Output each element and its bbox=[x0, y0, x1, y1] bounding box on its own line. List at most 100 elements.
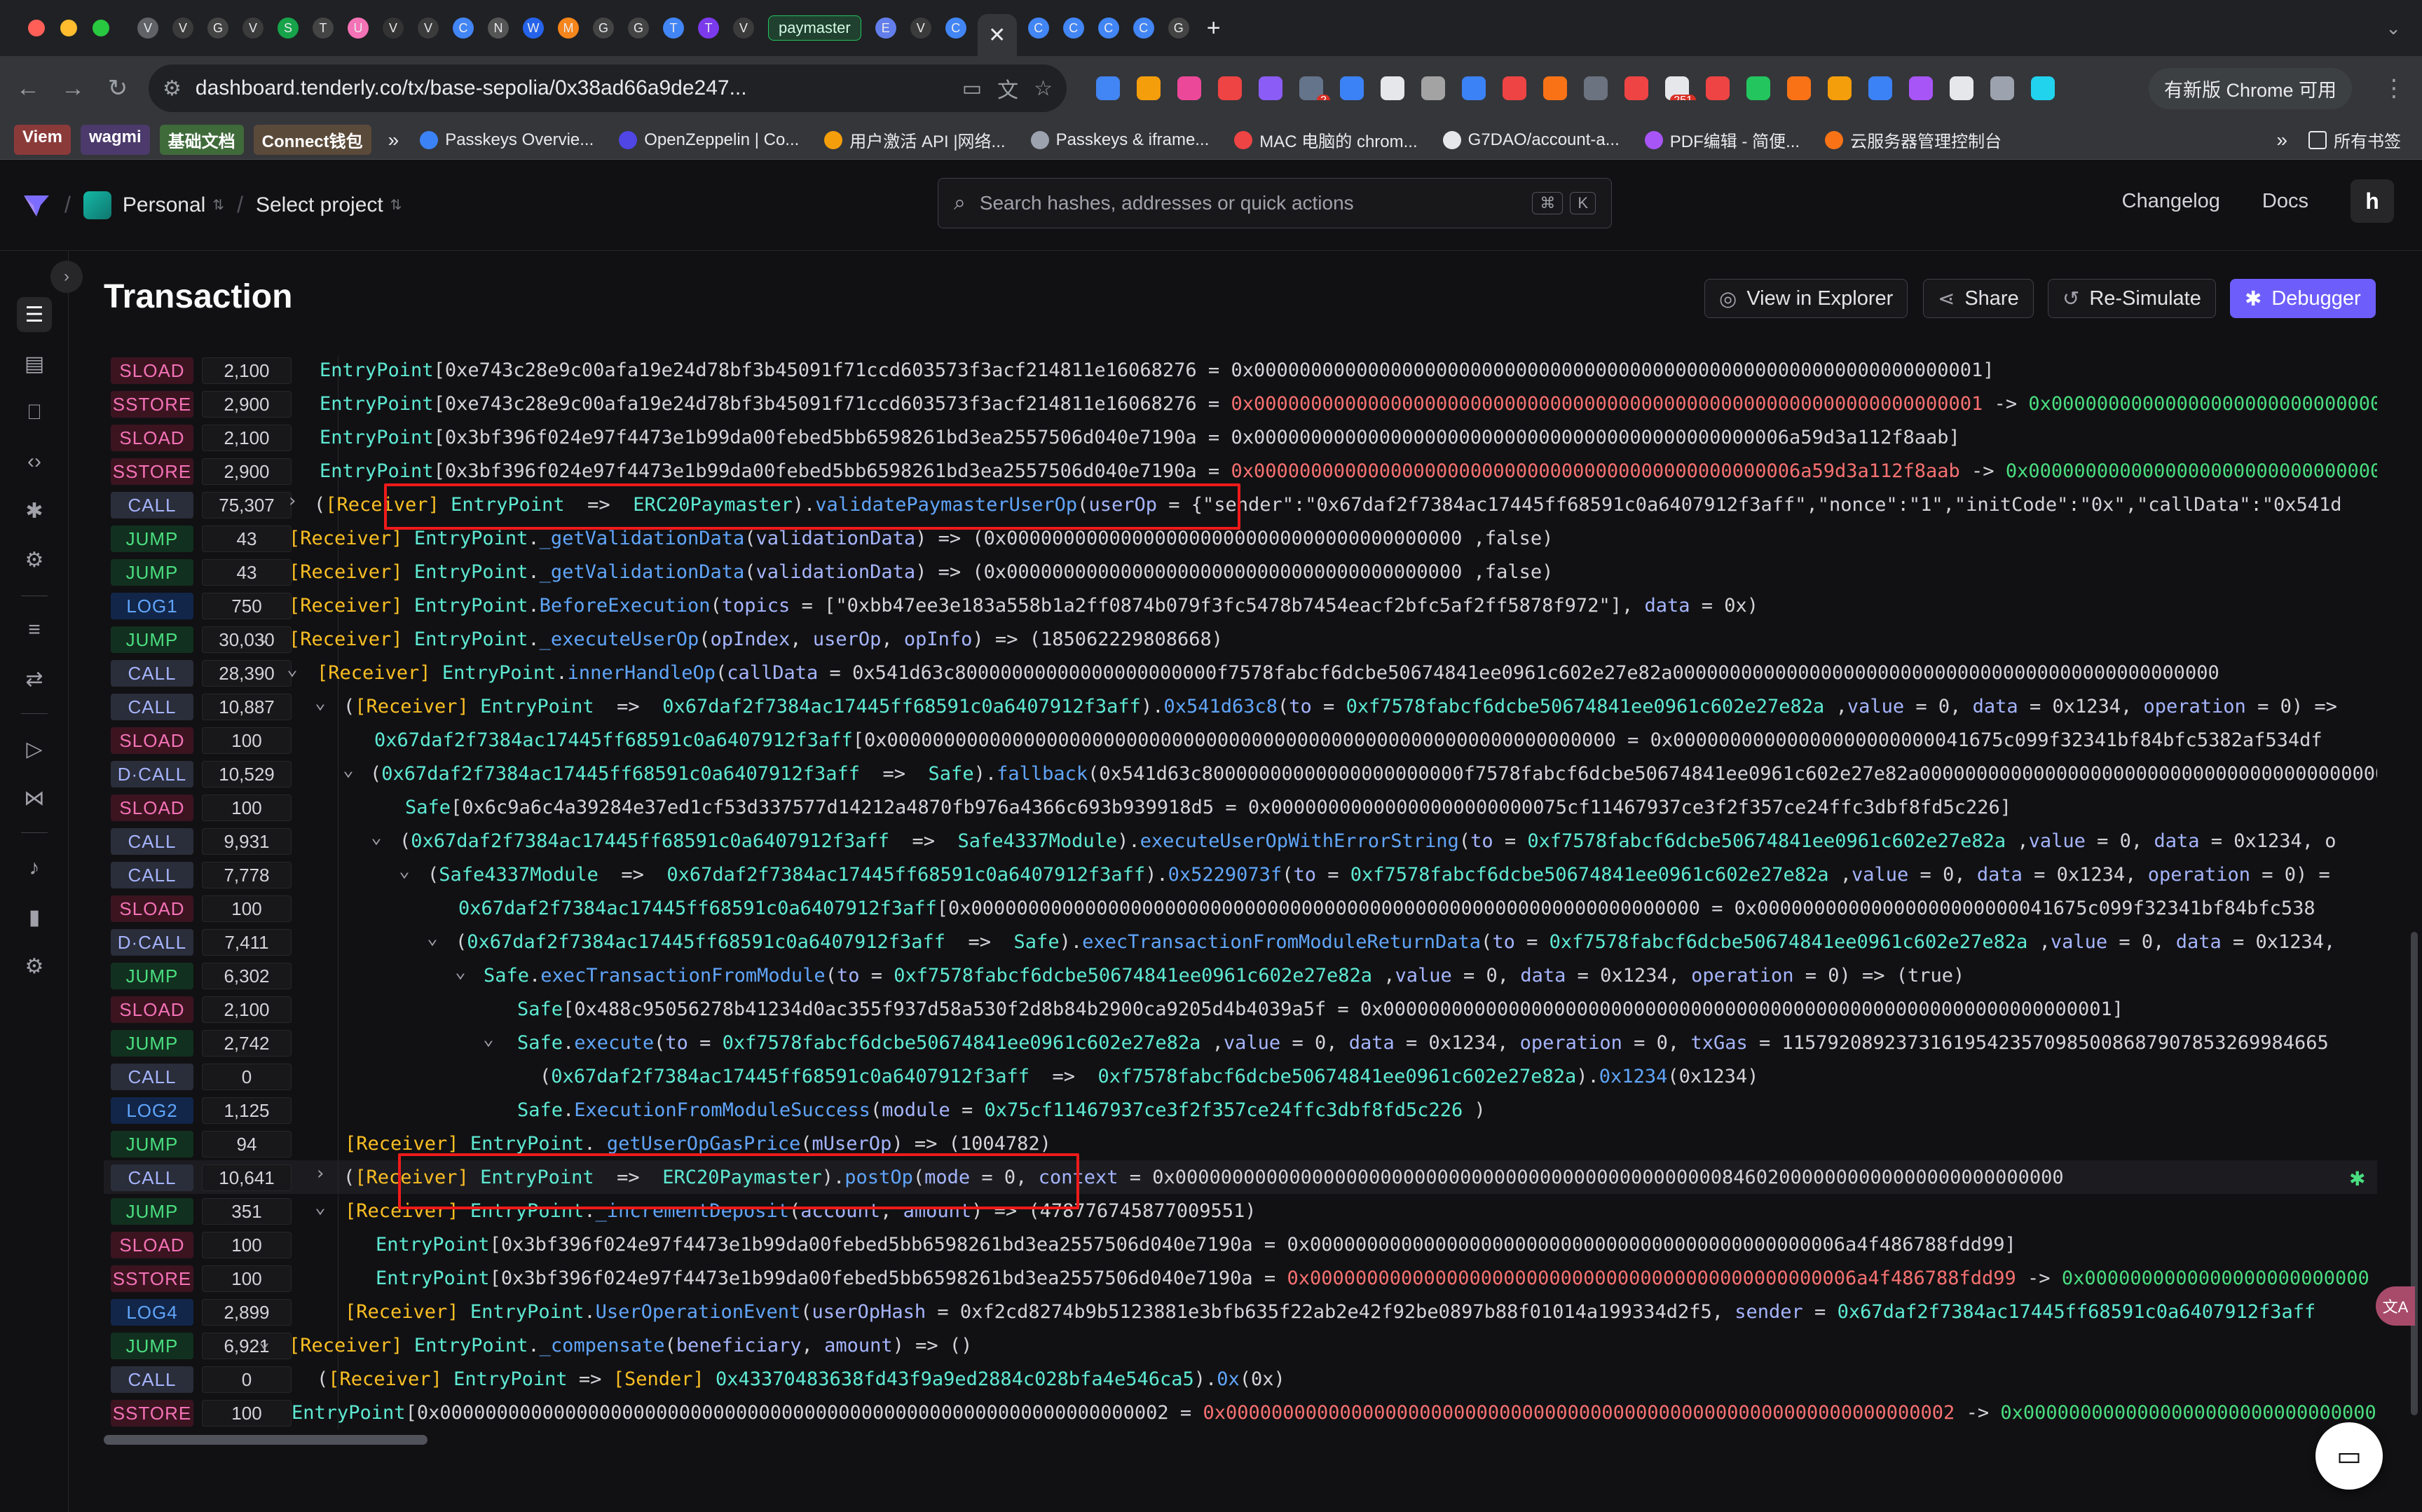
share-nodes-icon[interactable]: ⋈ bbox=[17, 781, 52, 816]
extension-icon[interactable] bbox=[1381, 76, 1404, 100]
debugger-button[interactable]: ✱ Debugger bbox=[2230, 279, 2376, 318]
trace-row[interactable]: SSTORE 2,900 EntryPoint[0x3bf396f024e97f44… bbox=[104, 454, 2377, 488]
extension-icon[interactable] bbox=[1543, 76, 1567, 100]
all-bookmarks-button[interactable]: 所有书签 bbox=[2308, 128, 2401, 152]
browser-tab-paymaster[interactable]: paymaster bbox=[768, 15, 861, 41]
translate-badge-icon[interactable]: 文A bbox=[2376, 1286, 2415, 1326]
trace-row[interactable]: SLOAD 100 Safe[0x6c9a6c4a39284e37ed1cf53d3… bbox=[104, 790, 2377, 824]
collapse-chevron-icon[interactable]: ⌄ bbox=[308, 1197, 332, 1218]
analytics-icon[interactable]: ▮ bbox=[17, 900, 52, 935]
trace-row[interactable]: CALL 0 (0x67daf2f7384ac17445ff68591c0a6407… bbox=[104, 1059, 2377, 1093]
bookmark-tag[interactable]: Connect钱包 bbox=[253, 125, 371, 155]
extension-icon[interactable]: 2 bbox=[1299, 76, 1330, 100]
code-icon[interactable]: ‹› bbox=[17, 444, 52, 479]
bookmark-item[interactable]: PDF编辑 - 简便... bbox=[1644, 128, 1800, 152]
bookmark-item[interactable]: MAC 电脑的 chrom... bbox=[1234, 128, 1418, 152]
expand-chevron-icon[interactable]: › bbox=[308, 1163, 332, 1184]
browser-tab-icon[interactable]: C bbox=[1062, 18, 1084, 39]
trace-row[interactable]: JUMP 43 [Receiver] EntryPoint._getValidati… bbox=[104, 555, 2377, 589]
trace-row[interactable]: LOG2 1,125 Safe.ExecutionFromModuleSuccess… bbox=[104, 1093, 2377, 1127]
bookmark-item[interactable]: 云服务器管理控制台 bbox=[1825, 128, 2002, 152]
trace-row[interactable]: SLOAD 2,100 EntryPoint[0xe743c28e9c00afa19… bbox=[104, 356, 2377, 387]
trace-row[interactable]: SLOAD 2,100 EntryPoint[0x3bf396f024e97f447… bbox=[104, 420, 2377, 454]
extension-icon[interactable] bbox=[1137, 76, 1161, 100]
browser-tab-icon[interactable]: C bbox=[1133, 18, 1154, 39]
collapse-chevron-icon[interactable]: ⌄ bbox=[308, 692, 332, 713]
trace-row[interactable]: JUMP 6,302 ⌄ Safe.execTransactionFromModule… bbox=[104, 958, 2377, 992]
forward-icon[interactable]: → bbox=[56, 71, 90, 105]
trace-row[interactable]: CALL 28,390 ⌄ [Receiver] EntryPoint.innerHa… bbox=[104, 656, 2377, 689]
browser-tab-icon[interactable]: V bbox=[910, 18, 931, 39]
trace-row[interactable]: JUMP 351 ⌄ [Receiver] EntryPoint._increment… bbox=[104, 1194, 2377, 1228]
trace-row[interactable]: JUMP 6,921 ⌄ [Receiver] EntryPoint._compens… bbox=[104, 1328, 2377, 1362]
maximize-window-button[interactable] bbox=[93, 20, 109, 36]
trace-row[interactable]: CALL 0 ([Receiver] EntryPoint => [Sender] … bbox=[104, 1362, 2377, 1396]
workspace-switcher[interactable]: Personal ⇅ bbox=[123, 193, 224, 217]
trace-row[interactable]: SSTORE 100 EntryPoint[0x3bf396f024e97f4473… bbox=[104, 1261, 2377, 1295]
chrome-menu-icon[interactable]: ⋮ bbox=[2377, 71, 2411, 105]
browser-tab-icon[interactable]: V bbox=[383, 18, 404, 39]
project-switcher[interactable]: Select project ⇅ bbox=[256, 193, 402, 217]
horizontal-scrollbar[interactable] bbox=[104, 1435, 427, 1445]
collapse-chevron-icon[interactable]: ⌄ bbox=[252, 625, 276, 646]
trace-row[interactable]: CALL 7,778 ⌄ (Safe4337Module => 0x67daf2f73… bbox=[104, 858, 2377, 891]
user-avatar[interactable]: h bbox=[2351, 179, 2394, 223]
extension-icon[interactable] bbox=[1259, 76, 1282, 100]
browser-tab-icon[interactable]: C bbox=[1097, 18, 1119, 39]
browser-tab-icon[interactable]: S bbox=[278, 18, 299, 39]
trace-row[interactable]: JUMP 2,742 ⌄ Safe.execute(to = 0xf7578fabcf… bbox=[104, 1026, 2377, 1059]
browser-tab-icon[interactable]: C bbox=[453, 18, 474, 39]
browser-tab-icon[interactable]: G bbox=[628, 18, 649, 39]
reload-icon[interactable]: ↻ bbox=[101, 71, 135, 105]
browser-tab-icon[interactable]: T bbox=[663, 18, 684, 39]
search-input[interactable]: Search hashes, addresses or quick action… bbox=[980, 192, 1526, 214]
database-icon[interactable]: ≡ bbox=[17, 612, 52, 647]
docs-link[interactable]: Docs bbox=[2262, 190, 2308, 213]
collapse-chevron-icon[interactable]: ⌄ bbox=[252, 1331, 276, 1352]
extension-icon[interactable] bbox=[1584, 76, 1608, 100]
bookmark-tag[interactable]: Viem bbox=[14, 125, 71, 155]
trace-row[interactable]: CALL 9,931 ⌄ (0x67daf2f7384ac17445ff68591c0… bbox=[104, 824, 2377, 858]
trace-row[interactable]: CALL 10,641 › ([Receiver] EntryPoint => ERC… bbox=[104, 1160, 2377, 1194]
changelog-link[interactable]: Changelog bbox=[2122, 190, 2220, 213]
trace-row[interactable]: JUMP 94 [Receiver] EntryPoint._getUserOpGa… bbox=[104, 1127, 2377, 1160]
trace-list-icon[interactable]: ☰ bbox=[17, 297, 52, 332]
browser-tab-icon[interactable]: M bbox=[558, 18, 579, 39]
debug-row-icon[interactable]: ✱ bbox=[2349, 1167, 2365, 1190]
translate-icon[interactable]: 文 bbox=[997, 73, 1018, 104]
browser-tab-icon[interactable]: V bbox=[733, 18, 754, 39]
collapse-chevron-icon[interactable]: ⌄ bbox=[449, 961, 472, 982]
git-compare-icon[interactable]: ⇄ bbox=[17, 661, 52, 696]
global-search[interactable]: ⌕ Search hashes, addresses or quick acti… bbox=[938, 178, 1612, 228]
active-tab-close-icon[interactable]: ✕ bbox=[977, 14, 1017, 56]
support-chat-button[interactable]: ▭ bbox=[2315, 1422, 2383, 1490]
trace-row[interactable]: SLOAD 100 0x67daf2f7384ac17445ff68591c0a64… bbox=[104, 723, 2377, 757]
summary-icon[interactable]: ▤ bbox=[17, 346, 52, 381]
settings-icon[interactable]: ⚙ bbox=[17, 542, 52, 577]
extension-icon[interactable] bbox=[1950, 76, 1973, 100]
extension-icon[interactable] bbox=[1340, 76, 1364, 100]
debug-bug-icon[interactable]: ✱ bbox=[17, 493, 52, 528]
trace-row[interactable]: CALL 10,887 ⌄ ([Receiver] EntryPoint => 0x6… bbox=[104, 689, 2377, 723]
collapse-chevron-icon[interactable]: ⌄ bbox=[392, 860, 416, 881]
collapse-chevron-icon[interactable]: ⌄ bbox=[477, 1029, 500, 1050]
resimulate-button[interactable]: ↺ Re-Simulate bbox=[2048, 279, 2216, 318]
bookmark-tag[interactable]: wagmi bbox=[80, 125, 150, 155]
browser-tab-icon[interactable]: G bbox=[1168, 18, 1189, 39]
tenderly-logo-icon[interactable] bbox=[21, 191, 52, 219]
bookmark-tag[interactable]: 基础文档 bbox=[159, 125, 244, 155]
browser-tab-icon[interactable]: T bbox=[313, 18, 334, 39]
extension-icon[interactable] bbox=[1624, 76, 1648, 100]
close-window-button[interactable] bbox=[28, 20, 45, 36]
bookmark-icon[interactable]: ⎕ bbox=[17, 395, 52, 430]
bookmarks-overflow-right[interactable]: » bbox=[2276, 129, 2287, 151]
bookmark-item[interactable]: G7DAO/account-a... bbox=[1442, 128, 1620, 152]
trace-row[interactable]: CALL 75,307 › ([Receiver] EntryPoint => ERC… bbox=[104, 488, 2377, 521]
play-icon[interactable]: ▷ bbox=[17, 731, 52, 767]
browser-tab-icon[interactable]: C bbox=[945, 18, 966, 39]
trace-row[interactable]: SSTORE 2,900 EntryPoint[0xe743c28e9c00afa1… bbox=[104, 387, 2377, 420]
bookmarks-overflow-left[interactable]: » bbox=[388, 129, 399, 151]
site-info-icon[interactable]: ⚙ bbox=[163, 76, 182, 101]
bookmark-item[interactable]: 用户激活 API |网络... bbox=[824, 128, 1006, 152]
extension-icon[interactable]: 251 bbox=[1665, 76, 1696, 100]
